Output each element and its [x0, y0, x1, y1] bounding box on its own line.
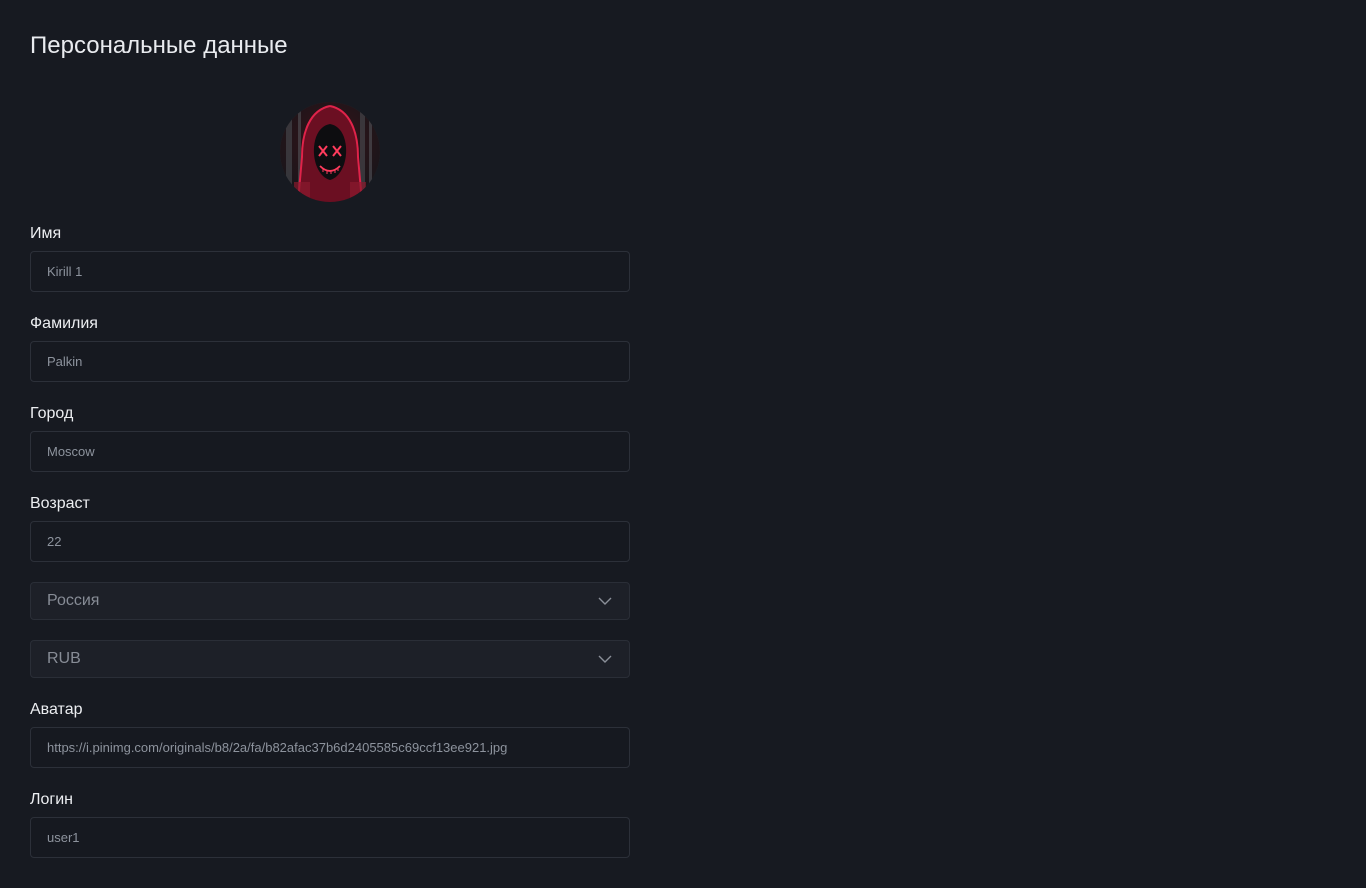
- chevron-down-icon: [597, 654, 613, 664]
- last-name-input[interactable]: [30, 341, 630, 382]
- country-select[interactable]: Россия: [30, 582, 630, 620]
- city-input[interactable]: [30, 431, 630, 472]
- currency-select[interactable]: RUB: [30, 640, 630, 678]
- login-input[interactable]: [30, 817, 630, 858]
- login-label: Логин: [30, 791, 74, 808]
- first-name-label: Имя: [30, 225, 62, 242]
- chevron-down-icon: [597, 596, 613, 606]
- first-name-input[interactable]: [30, 251, 630, 292]
- avatar-url-label: Аватар: [30, 701, 83, 718]
- city-label: Город: [30, 405, 74, 422]
- age-input[interactable]: [30, 521, 630, 562]
- personal-data-page: Персональные данные Имя Kirill 1 Фамилия…: [0, 0, 1366, 888]
- avatar-image: [280, 102, 380, 202]
- country-select-value: Россия: [47, 592, 100, 609]
- page-title: Персональные данные: [30, 32, 288, 59]
- age-label: Возраст: [30, 495, 90, 512]
- avatar-url-input[interactable]: [30, 727, 630, 768]
- currency-select-value: RUB: [47, 650, 81, 667]
- avatar: [280, 102, 380, 202]
- last-name-label: Фамилия: [30, 315, 98, 332]
